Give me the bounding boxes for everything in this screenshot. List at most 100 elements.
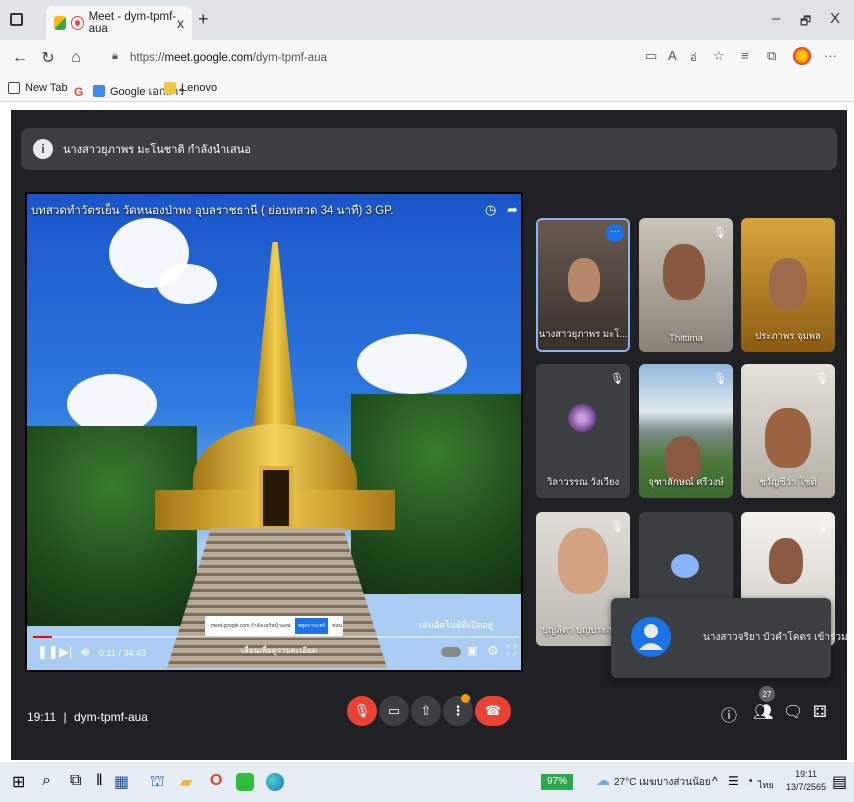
cloud: [357, 334, 467, 394]
taskbar-clock[interactable]: 19:11 13/7/2565: [786, 768, 826, 794]
weather-text[interactable]: 27°C เมฆบางส่วนน้อย: [614, 775, 711, 790]
mic-off-icon: 🎙︎: [610, 521, 624, 533]
bookmarks-bar: New Tab G Google เอกสาร Lenovo: [0, 76, 854, 102]
volume-icon[interactable]: 🔊︎: [81, 644, 89, 660]
end-call-button[interactable]: ☎: [475, 696, 511, 726]
task-view-icon[interactable]: ⧉: [70, 772, 81, 790]
battery-indicator[interactable]: 97%: [541, 774, 573, 790]
separator: |: [63, 710, 67, 724]
tab-title: Meet - dym-tpmf-aua: [88, 11, 177, 35]
windows-start-icon[interactable]: ⊞: [12, 772, 25, 792]
read-aloud-icon[interactable]: A: [668, 48, 677, 63]
meeting-info-icon[interactable]: ⓘ: [721, 702, 737, 726]
participant-tile[interactable]: 🎙︎ ชวัญชีวา โชติ: [741, 364, 835, 498]
browser-tab-meet[interactable]: Meet - dym-tpmf-aua x: [46, 6, 192, 40]
translate-icon[interactable]: อ่: [690, 48, 697, 66]
meeting-code[interactable]: dym-tpmf-aua: [74, 710, 148, 724]
weather-icon[interactable]: ☁: [596, 772, 610, 789]
calculator-icon[interactable]: ▦: [114, 772, 129, 792]
autoplay-toggle[interactable]: [441, 647, 461, 657]
meeting-clock: 19:11: [27, 710, 57, 724]
tab-close-icon[interactable]: x: [177, 15, 184, 31]
cloud: [157, 264, 217, 304]
taskbar-divider: ‖: [96, 772, 103, 789]
participant-tile[interactable]: 🎙︎ Thittima: [639, 218, 733, 352]
autoplay-label: เล่นอัตโนมัติเปิดอยู่: [419, 620, 494, 630]
more-info-label: เลื่อนเพื่อดูรายละเอียด: [241, 646, 318, 655]
present-button[interactable]: ⇧: [411, 696, 441, 726]
participant-name: นางสาวยุภาพร มะโ...: [538, 329, 628, 340]
file-explorer-icon[interactable]: ▰: [180, 772, 192, 792]
hide-button[interactable]: ซ่อน: [332, 622, 342, 630]
participant-face: [663, 244, 705, 300]
store-icon[interactable]: ⛫: [150, 772, 165, 792]
camera-in-use-icon[interactable]: ▭: [645, 48, 657, 64]
favorite-icon[interactable]: ☆: [713, 48, 725, 64]
more-menu-icon[interactable]: ···: [824, 48, 837, 63]
video-title[interactable]: บทสวดทำวัตรเย็น วัดหนองป่าพง อุบลราชธานี…: [31, 202, 393, 220]
edge-icon[interactable]: [266, 773, 284, 791]
activities-icon[interactable]: ⚃: [813, 702, 827, 722]
search-icon[interactable]: ⌕: [42, 772, 51, 790]
next-icon[interactable]: ▶|: [59, 644, 72, 660]
window-menu-icon[interactable]: [10, 13, 23, 26]
participant-tile[interactable]: ··· นางสาวยุภาพร มะโ...: [536, 218, 630, 352]
more-options-icon[interactable]: ···: [606, 224, 624, 242]
browser-titlebar: Meet - dym-tpmf-aua x + – 🗗 X: [0, 0, 854, 40]
participant-tile[interactable]: 🎙︎ วิลาวรรณ วังเวียง: [536, 364, 630, 498]
participant-name: ชวัญชีวา โชติ: [759, 477, 817, 488]
back-icon[interactable]: ←: [6, 49, 34, 67]
chat-icon[interactable]: 🗨︎: [783, 702, 803, 722]
lock-icon[interactable]: 🔒︎: [112, 50, 118, 63]
participant-face: [558, 528, 608, 594]
camera-toggle-button[interactable]: ▭: [379, 696, 409, 726]
profile-avatar[interactable]: [793, 47, 811, 65]
fullscreen-icon[interactable]: ⛶: [507, 643, 516, 659]
close-window-button[interactable]: X: [830, 10, 840, 27]
minimize-button[interactable]: –: [772, 10, 780, 27]
mic-off-icon: 🎙︎: [815, 373, 829, 385]
restore-button[interactable]: 🗗: [800, 12, 811, 33]
refresh-icon[interactable]: ↻: [34, 48, 62, 68]
new-tab-button[interactable]: +: [198, 9, 209, 30]
bookmark-new-tab[interactable]: New Tab: [8, 82, 68, 94]
share-icon[interactable]: ➦: [507, 202, 518, 218]
people-icon[interactable]: 👥︎: [753, 702, 773, 722]
participant-avatar: [568, 404, 596, 432]
mic-off-icon: 🎙︎: [713, 227, 727, 239]
meet-window: i นางสาวยุภาพร มะโนชาติ กำลังนำเสนอ บทสว…: [11, 110, 848, 760]
stop-sharing-button[interactable]: หยุดการแชร์: [295, 618, 329, 634]
mic-off-icon: 🎙︎: [815, 521, 829, 533]
shared-screen[interactable]: บทสวดทำวัตรเย็น วัดหนองป่าพง อุบลราชธานี…: [25, 192, 523, 672]
captions-icon[interactable]: ▣: [467, 644, 477, 657]
tray-chevron-icon[interactable]: ^: [712, 774, 718, 788]
person-icon: [631, 617, 671, 657]
recording-icon: [70, 16, 84, 30]
wifi-icon[interactable]: ◔: [746, 774, 753, 788]
collections-icon[interactable]: ⧉: [767, 48, 776, 64]
bookmark-lenovo[interactable]: Lenovo: [164, 82, 217, 94]
line-app-icon[interactable]: [236, 773, 254, 791]
participant-tile[interactable]: ประภาพร จุมพล: [741, 218, 835, 352]
meeting-details: 19:11 | dym-tpmf-aua: [27, 710, 148, 724]
home-icon[interactable]: ⌂: [62, 49, 90, 67]
participant-face: [769, 258, 807, 310]
docs-icon: [93, 85, 105, 97]
mic-toggle-button[interactable]: 🎙︎: [347, 696, 377, 726]
mic-off-icon: 🎙︎: [610, 373, 624, 385]
settings-icon[interactable]: ⚙: [487, 643, 499, 659]
network-icon[interactable]: ☰: [728, 774, 739, 788]
participant-joined-popup[interactable]: นางสาวจริยา บัวคำโคตร เข้าร่วม: [611, 598, 848, 678]
favorites-list-icon[interactable]: ≡: [741, 48, 749, 63]
watch-later-icon[interactable]: ◷: [485, 202, 496, 218]
url-field[interactable]: https://meet.google.com/dym-tpmf-aua: [130, 46, 650, 70]
participant-tile[interactable]: 🎙︎ จุฑาลักษณ์ ศรีวงษ์: [639, 364, 733, 498]
video-progress-bar[interactable]: [33, 636, 519, 638]
notification-center-icon[interactable]: ▤: [832, 772, 847, 792]
office-icon[interactable]: O: [210, 772, 222, 790]
participant-name: จุฑาลักษณ์ ศรีวงษ์: [648, 477, 724, 488]
input-language[interactable]: ไทย: [758, 778, 774, 792]
pause-icon[interactable]: ❚❚: [37, 644, 59, 660]
participant-face: [769, 538, 803, 584]
stupa-door: [259, 466, 293, 530]
